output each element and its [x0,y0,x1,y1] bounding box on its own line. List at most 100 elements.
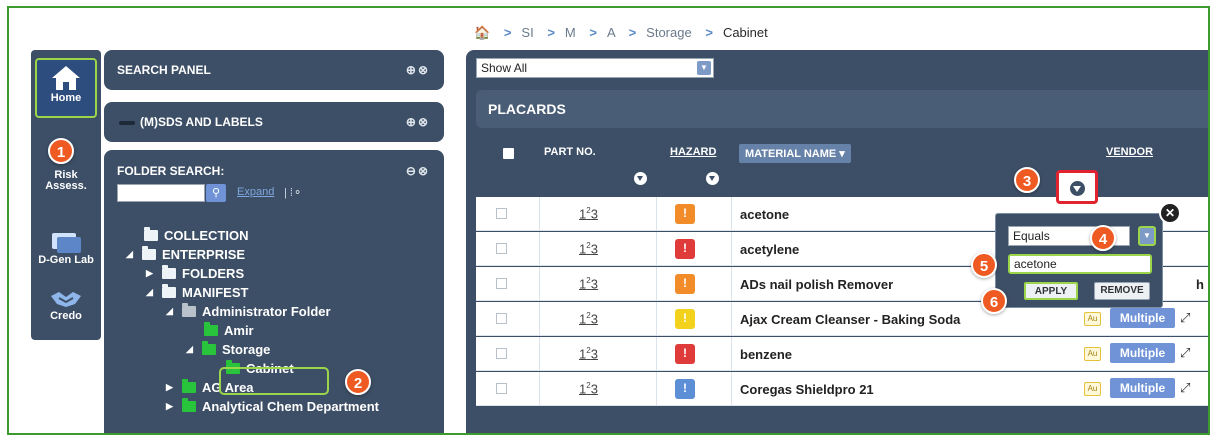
tree-item-label: COLLECTION [164,228,249,243]
filter-icon[interactable] [634,172,647,185]
tree-options-icon[interactable]: | ⁞⚬ [284,186,302,199]
material-filter-button[interactable] [1056,170,1098,204]
table-row[interactable]: 123 benzene Au Multiple ⤢ [476,337,1208,371]
msds-panel[interactable]: (M)SDS AND LABELS ⊕⊗ [104,102,444,142]
row-checkbox[interactable] [496,313,507,324]
show-all-select[interactable]: Show All ▼ [476,58,714,78]
tree-item-label: FOLDERS [182,266,245,281]
collapsed-arrow-icon[interactable]: ▶ [166,382,176,393]
expanded-arrow-icon[interactable]: ◢ [186,344,196,355]
folder-icon [162,265,176,279]
tree-item-label: MANIFEST [182,285,249,300]
vendor-button[interactable]: Multiple [1110,343,1175,363]
material-name[interactable]: Ajax Cream Cleanser - Baking Soda [740,312,960,327]
part-no-icon[interactable]: 123 [579,311,598,326]
rail-item-dgen-lab[interactable]: D-Gen Lab [31,230,101,266]
tree-item-label: Administrator Folder [202,304,331,319]
material-name[interactable]: benzene [740,347,792,362]
expanded-arrow-icon[interactable]: ◢ [126,249,136,260]
rail-item-credo[interactable]: Credo [31,288,101,322]
tree-item[interactable]: COLLECTION [144,227,249,243]
tree-item[interactable]: Amir [204,322,254,338]
panel-controls-icon[interactable]: ⊖⊗ [406,164,430,178]
material-name[interactable]: acetone [740,207,789,222]
expand-link[interactable]: Expand [237,186,274,198]
expanded-arrow-icon[interactable]: ◢ [146,287,156,298]
hazard-warning-icon [675,239,695,259]
panel-title: FOLDER SEARCH: [117,164,225,178]
material-name[interactable]: acetylene [740,242,799,257]
filter-popup: Equals ▼ acetone APPLY REMOVE [995,213,1163,308]
breadcrumb-item[interactable]: Storage [646,25,692,40]
tree-item-label: Analytical Chem Department [202,399,379,414]
column-part-no[interactable]: PART NO. [544,146,596,158]
search-icon[interactable]: ⚲ [206,184,226,202]
vendor-button[interactable]: Multiple [1110,378,1175,398]
part-no-icon[interactable]: 123 [579,241,598,256]
divider [539,232,540,266]
vendor-text: h [1196,277,1204,292]
select-value: Show All [481,61,528,75]
collapsed-arrow-icon[interactable]: ▶ [166,401,176,412]
row-checkbox[interactable] [496,348,507,359]
section-title: PLACARDS [488,101,566,117]
folder-icon [182,303,196,317]
collapsed-arrow-icon[interactable]: ▶ [146,268,156,279]
breadcrumb-item[interactable]: SI [521,25,533,40]
app-shell: 🏠 > SI > M > A > Storage > Cabinet Home Risk A… [9,8,1208,433]
remove-button[interactable]: REMOVE [1094,282,1150,300]
part-no-icon[interactable]: 123 [579,276,598,291]
chevron-down-icon[interactable]: ▼ [1138,226,1156,246]
part-no-icon[interactable]: 123 [579,346,598,361]
placards-header: PLACARDS [476,90,1208,128]
rail-item-home[interactable]: Home [31,64,101,104]
expand-arrows-icon[interactable]: ⤢ [1180,380,1190,396]
row-checkbox[interactable] [496,243,507,254]
search-panel[interactable]: SEARCH PANEL ⊕⊗ [104,50,444,90]
rail-item-risk[interactable]: Risk Assess. [31,170,101,192]
filter-value-input[interactable]: acetone [1008,254,1152,274]
tree-item[interactable]: ▶ FOLDERS [146,265,245,281]
divider [539,267,540,301]
panel-controls-icon[interactable]: ⊕⊗ [406,63,430,77]
apply-button[interactable]: APPLY [1024,282,1078,300]
row-checkbox[interactable] [496,278,507,289]
au-badge: Au [1084,312,1101,326]
vendor-button[interactable]: Multiple [1110,308,1175,328]
filter-icon[interactable] [706,172,719,185]
material-name[interactable]: ADs nail polish Remover [740,277,893,292]
column-hazard[interactable]: HAZARD [670,146,716,158]
select-all-checkbox[interactable] [503,148,514,159]
material-name[interactable]: Coregas Shieldpro 21 [740,382,874,397]
column-vendor[interactable]: VENDOR [1106,146,1153,158]
expanded-arrow-icon[interactable]: ◢ [166,306,176,317]
breadcrumb-item[interactable]: A [607,25,615,40]
tree-item[interactable]: ▶ Analytical Chem Department [166,398,379,414]
panel-controls-icon[interactable]: ⊕⊗ [406,115,430,129]
column-material-name[interactable]: MATERIAL NAME ▾ [739,144,851,163]
expand-arrows-icon[interactable]: ⤢ [1180,345,1190,361]
chevron-down-icon[interactable]: ▼ [697,61,711,75]
rail-label: Risk Assess. [45,169,87,192]
home-crumb-icon[interactable]: 🏠 [474,25,490,40]
divider [539,337,540,371]
rail-label: D-Gen Lab [38,254,94,266]
folder-icon [182,398,196,412]
table-row[interactable]: 123 Coregas Shieldpro 21 Au Multiple ⤢ [476,372,1208,406]
tree-item[interactable]: ◢ ENTERPRISE [126,246,245,262]
screenshot-frame: 🏠 > SI > M > A > Storage > Cabinet Home Risk A… [7,6,1210,435]
expand-arrows-icon[interactable]: ⤢ [1180,310,1190,326]
close-icon[interactable]: ✕ [1159,202,1181,224]
handshake-icon [51,292,81,307]
rail-label: Home [50,92,82,104]
part-no-icon[interactable]: 123 [579,381,598,396]
tree-item[interactable]: ◢ MANIFEST [146,284,249,300]
collapse-icon[interactable] [119,121,135,125]
tree-item[interactable]: ◢ Administrator Folder [166,303,331,319]
breadcrumb-item[interactable]: M [565,25,576,40]
part-no-icon[interactable]: 123 [579,206,598,221]
tree-item[interactable]: ◢ Storage [186,341,270,357]
row-checkbox[interactable] [496,208,507,219]
folder-search-input[interactable] [117,184,205,202]
row-checkbox[interactable] [496,383,507,394]
